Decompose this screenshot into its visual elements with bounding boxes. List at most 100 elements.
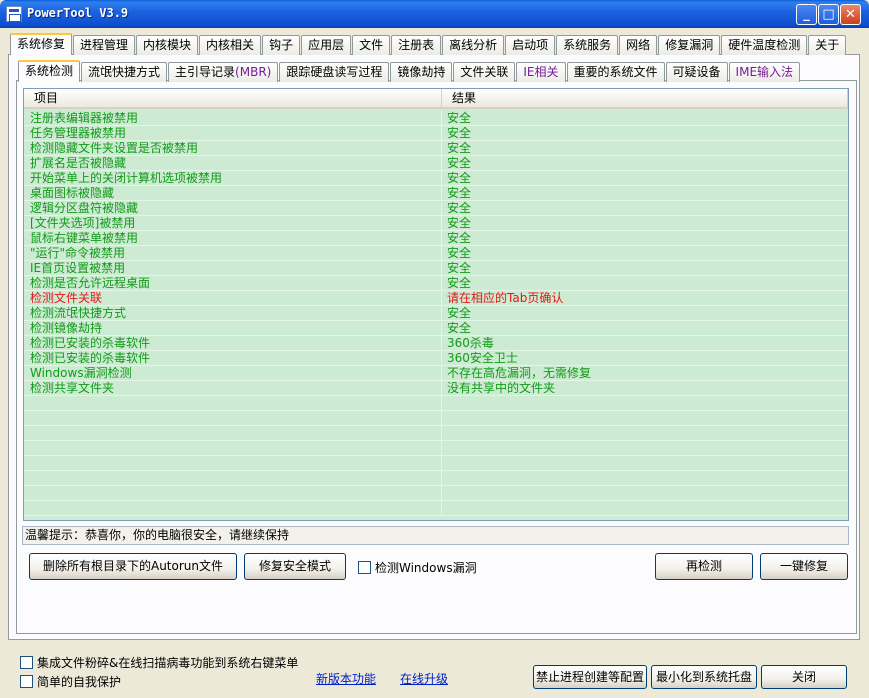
cell-result: 安全: [447, 276, 472, 290]
cell-item: 检测是否允许远程桌面: [24, 276, 442, 290]
cell-result: 安全: [447, 111, 472, 125]
empty-cell: [24, 501, 442, 515]
checkbox-label: 简单的自我保护: [37, 674, 122, 689]
table-row[interactable]: [文件夹选项]被禁用 安全: [24, 216, 848, 231]
cell-item: 检测镜像劫持: [24, 321, 442, 335]
table-row[interactable]: 注册表编辑器被禁用 安全: [24, 111, 848, 126]
online-upgrade-link[interactable]: 在线升级: [400, 670, 448, 687]
cell-result: 安全: [447, 186, 472, 200]
app-window: PowerTool V3.9 _ □ ✕ 系统修复 进程管理 内核模块 内核相关…: [0, 0, 869, 698]
tab-startup[interactable]: 启动项: [505, 35, 556, 55]
table-row[interactable]: 鼠标右键菜单被禁用 安全: [24, 231, 848, 246]
table-row[interactable]: IE首页设置被禁用 安全: [24, 261, 848, 276]
cell-result: 不存在高危漏洞，无需修复: [447, 366, 592, 380]
tab-rogue-shortcuts[interactable]: 流氓快捷方式: [81, 62, 168, 82]
table-row[interactable]: Windows漏洞检测 不存在高危漏洞，无需修复: [24, 366, 848, 381]
mbr-tab-suffix: (MBR): [235, 65, 272, 79]
one-click-fix-button[interactable]: 一键修复: [760, 553, 848, 580]
table-row[interactable]: "运行"命令被禁用 安全: [24, 246, 848, 261]
empty-cell: [442, 501, 848, 515]
tab-files[interactable]: 文件: [352, 35, 391, 55]
tab-kernel-related[interactable]: 内核相关: [199, 35, 262, 55]
repair-safe-mode-button[interactable]: 修复安全模式: [244, 553, 346, 580]
table-row[interactable]: 逻辑分区盘符被隐藏 安全: [24, 201, 848, 216]
tab-offline-analysis[interactable]: 离线分析: [442, 35, 505, 55]
table-row[interactable]: 检测已安装的杀毒软件 360安全卫士: [24, 351, 848, 366]
empty-cell: [442, 441, 848, 455]
tab-system-repair[interactable]: 系统修复: [10, 33, 73, 55]
table-row[interactable]: 检测已安装的杀毒软件 360杀毒: [24, 336, 848, 351]
empty-table-row: [24, 471, 848, 486]
tab-important-system-files[interactable]: 重要的系统文件: [566, 62, 665, 82]
tab-file-association[interactable]: 文件关联: [453, 62, 516, 82]
tab-hooks[interactable]: 钩子: [262, 35, 301, 55]
cell-item: [文件夹选项]被禁用: [24, 216, 442, 230]
checkbox-box[interactable]: [20, 674, 33, 688]
minimize-to-tray-button[interactable]: 最小化到系统托盘: [651, 665, 757, 689]
tab-suspicious-devices[interactable]: 可疑设备: [665, 62, 728, 82]
cell-result: 安全: [447, 216, 472, 230]
minimize-button[interactable]: _: [796, 4, 817, 25]
tab-kernel-modules[interactable]: 内核模块: [136, 35, 199, 55]
table-row[interactable]: 检测是否允许远程桌面 安全: [24, 276, 848, 291]
table-row[interactable]: 开始菜单上的关闭计算机选项被禁用 安全: [24, 171, 848, 186]
checkbox-box[interactable]: [20, 655, 33, 669]
table-header: 项目 结果: [24, 89, 848, 109]
check-results-table[interactable]: 项目 结果 注册表编辑器被禁用 安全 任务管理器被禁用 安全 检测隐藏文件夹设置是否被禁…: [23, 88, 849, 521]
column-header-result[interactable]: 结果: [442, 89, 848, 108]
empty-table-row: [24, 426, 848, 441]
delete-autorun-button[interactable]: 删除所有根目录下的Autorun文件: [29, 553, 237, 580]
checkbox-label: 检测Windows漏洞: [375, 560, 477, 575]
self-protect-checkbox[interactable]: 简单的自我保护: [20, 674, 122, 689]
cell-result: 安全: [447, 231, 472, 245]
table-row[interactable]: 检测共享文件夹 没有共享中的文件夹: [24, 381, 848, 396]
cell-item: 检测流氓快捷方式: [24, 306, 442, 320]
tab-hardware-temperature[interactable]: 硬件温度检测: [721, 35, 808, 55]
table-row[interactable]: 桌面图标被隐藏 安全: [24, 186, 848, 201]
tab-registry[interactable]: 注册表: [391, 35, 442, 55]
integrate-context-menu-checkbox[interactable]: 集成文件粉碎&在线扫描病毒功能到系统右键菜单: [20, 655, 298, 670]
tab-ie-related[interactable]: IE相关: [516, 62, 566, 82]
block-process-config-button[interactable]: 禁止进程创建等配置: [533, 665, 647, 689]
title-bar[interactable]: PowerTool V3.9 _ □ ✕: [0, 0, 869, 28]
cell-result: 360杀毒: [447, 336, 494, 350]
table-row[interactable]: 检测文件关联 请在相应的Tab页确认: [24, 291, 848, 306]
tab-process-manager[interactable]: 进程管理: [73, 35, 136, 55]
tab-mbr[interactable]: 主引导记录(MBR): [168, 62, 279, 82]
app-icon: [6, 6, 22, 22]
close-button[interactable]: 关闭: [761, 665, 847, 689]
recheck-button[interactable]: 再检测: [655, 553, 753, 580]
table-row[interactable]: 检测隐藏文件夹设置是否被禁用 安全: [24, 141, 848, 156]
tab-patch-vulnerabilities[interactable]: 修复漏洞: [658, 35, 721, 55]
empty-table-row: [24, 456, 848, 471]
check-windows-vuln-checkbox[interactable]: 检测Windows漏洞: [358, 560, 477, 575]
table-row[interactable]: 扩展名是否被隐藏 安全: [24, 156, 848, 171]
tab-network[interactable]: 网络: [619, 35, 658, 55]
close-window-button[interactable]: ✕: [840, 4, 861, 25]
empty-cell: [442, 426, 848, 440]
cell-result: 安全: [447, 156, 472, 170]
checkbox-box[interactable]: [358, 560, 371, 574]
tab-ime[interactable]: IME输入法: [728, 62, 801, 82]
table-row[interactable]: 检测镜像劫持 安全: [24, 321, 848, 336]
cell-item: 注册表编辑器被禁用: [24, 111, 442, 125]
cell-item: "运行"命令被禁用: [24, 246, 442, 260]
main-tab-bar: 系统修复 进程管理 内核模块 内核相关 钩子 应用层 文件 注册表 离线分析 启…: [10, 33, 847, 55]
empty-cell: [24, 456, 442, 470]
maximize-button[interactable]: □: [818, 4, 839, 25]
empty-cell: [24, 426, 442, 440]
empty-cell: [442, 411, 848, 425]
tab-image-hijack[interactable]: 镜像劫持: [390, 62, 453, 82]
cell-item: 逻辑分区盘符被隐藏: [24, 201, 442, 215]
empty-table-row: [24, 501, 848, 516]
tab-disk-io-trace[interactable]: 跟踪硬盘读写过程: [279, 62, 390, 82]
column-header-item[interactable]: 项目: [24, 89, 442, 108]
tab-system-services[interactable]: 系统服务: [556, 35, 619, 55]
table-row[interactable]: 任务管理器被禁用 安全: [24, 126, 848, 141]
cell-result: 安全: [447, 321, 472, 335]
table-row[interactable]: 检测流氓快捷方式 安全: [24, 306, 848, 321]
tab-app-layer[interactable]: 应用层: [301, 35, 352, 55]
new-features-link[interactable]: 新版本功能: [316, 670, 376, 687]
tab-about[interactable]: 关于: [808, 35, 847, 55]
tab-system-check[interactable]: 系统检测: [18, 60, 81, 82]
